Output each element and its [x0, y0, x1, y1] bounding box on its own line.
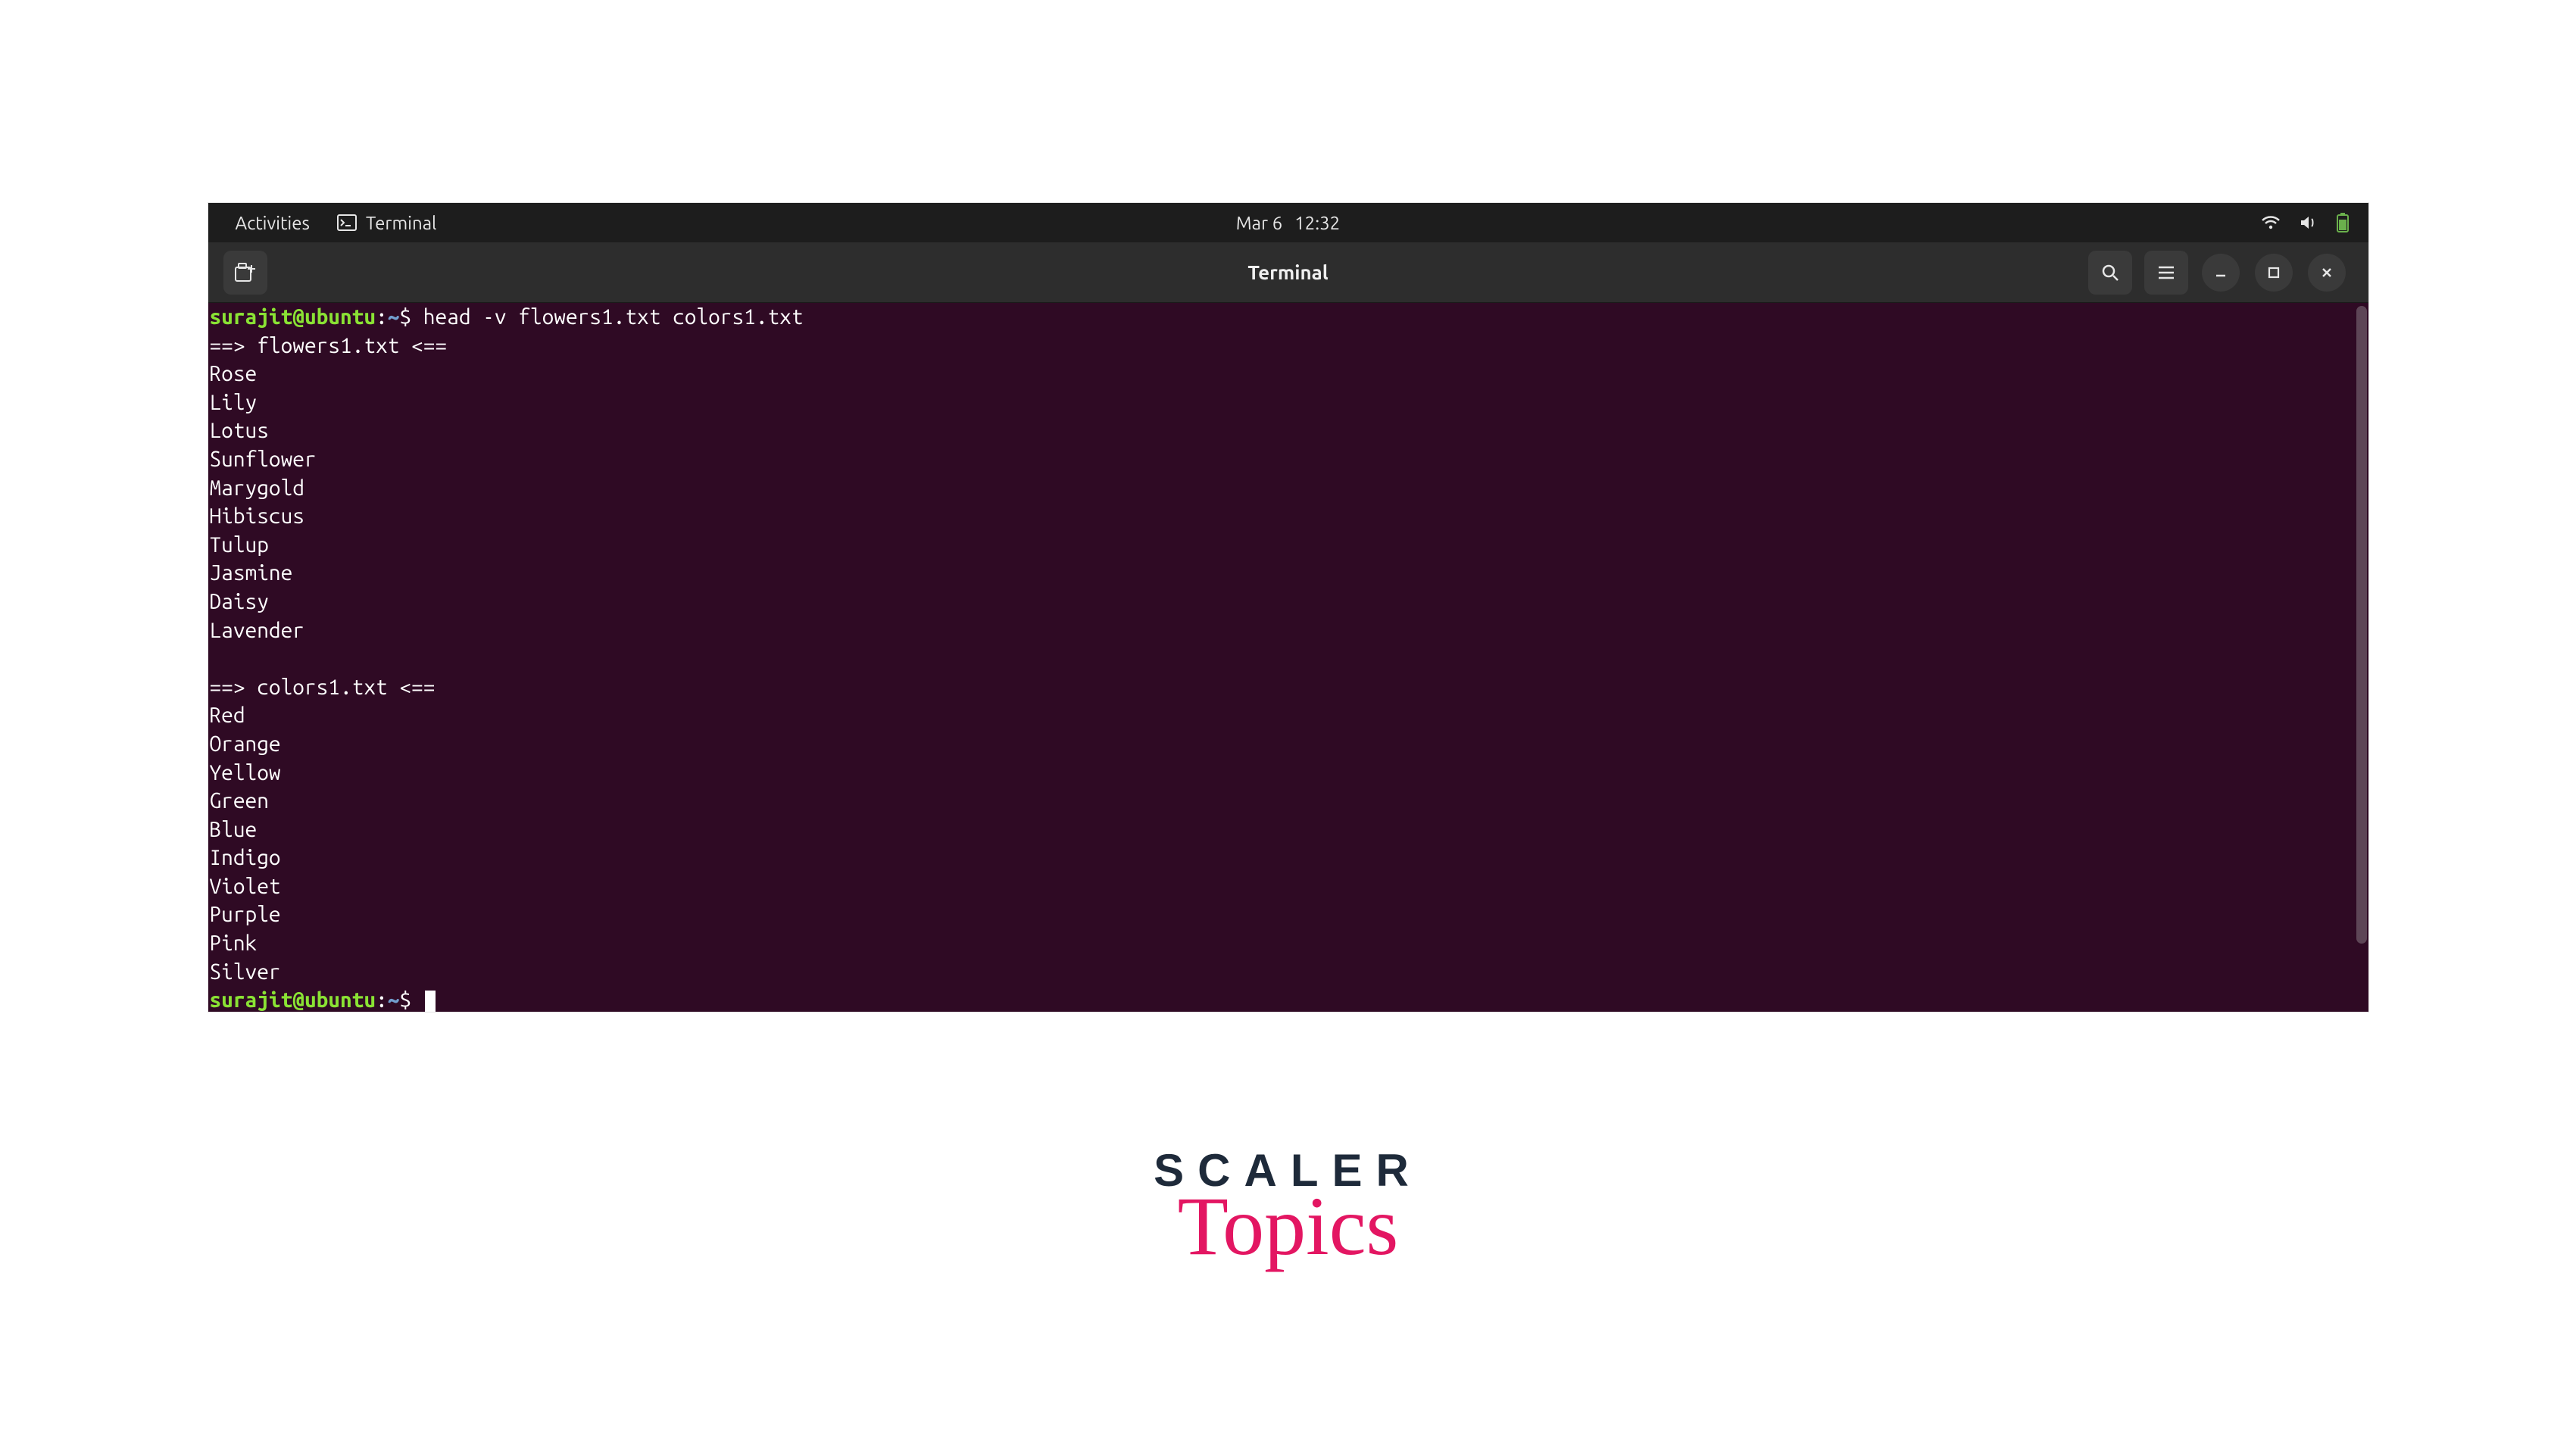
clock-area[interactable]: Mar 6 12:32	[1236, 213, 1340, 233]
search-icon	[2100, 263, 2120, 282]
window-title: Terminal	[1247, 261, 1328, 283]
battery-icon	[2335, 212, 2350, 233]
brand-logo: SCALER Topics	[1154, 1144, 1422, 1275]
hamburger-icon	[2157, 265, 2175, 280]
panel-date: Mar 6	[1236, 213, 1282, 233]
system-status-area[interactable]	[2261, 212, 2368, 233]
volume-icon	[2299, 214, 2317, 231]
window-headerbar: Terminal	[208, 242, 2368, 303]
maximize-icon	[2267, 266, 2281, 279]
headerbar-right-controls	[2082, 251, 2368, 295]
close-icon	[2320, 266, 2334, 279]
brand-logo-bottom: Topics	[1154, 1178, 1422, 1275]
top-panel: Activities Terminal Mar 6 12:32	[208, 203, 2368, 242]
panel-time: 12:32	[1294, 213, 1340, 233]
search-button[interactable]	[2088, 251, 2132, 295]
gnome-desktop-screenshot: Activities Terminal Mar 6 12:32	[208, 203, 2368, 1012]
terminal-output: surajit@ubuntu:~$ head -v flowers1.txt c…	[208, 303, 805, 1012]
current-app-name: Terminal	[366, 213, 436, 233]
activities-button[interactable]: Activities	[236, 213, 310, 233]
minimize-button[interactable]	[2202, 254, 2240, 292]
terminal-viewport[interactable]: surajit@ubuntu:~$ head -v flowers1.txt c…	[208, 303, 2368, 1012]
wifi-icon	[2261, 214, 2281, 231]
terminal-scrollbar[interactable]	[2355, 303, 2368, 1012]
menu-button[interactable]	[2144, 251, 2188, 295]
new-tab-icon	[234, 262, 257, 283]
maximize-button[interactable]	[2255, 254, 2293, 292]
terminal-app-icon	[337, 214, 357, 231]
current-app-indicator[interactable]: Terminal	[337, 213, 436, 233]
minimize-icon	[2214, 266, 2228, 279]
scrollbar-thumb[interactable]	[2356, 306, 2367, 944]
new-tab-button[interactable]	[223, 251, 267, 295]
close-button[interactable]	[2308, 254, 2346, 292]
top-panel-left: Activities Terminal	[208, 213, 437, 233]
